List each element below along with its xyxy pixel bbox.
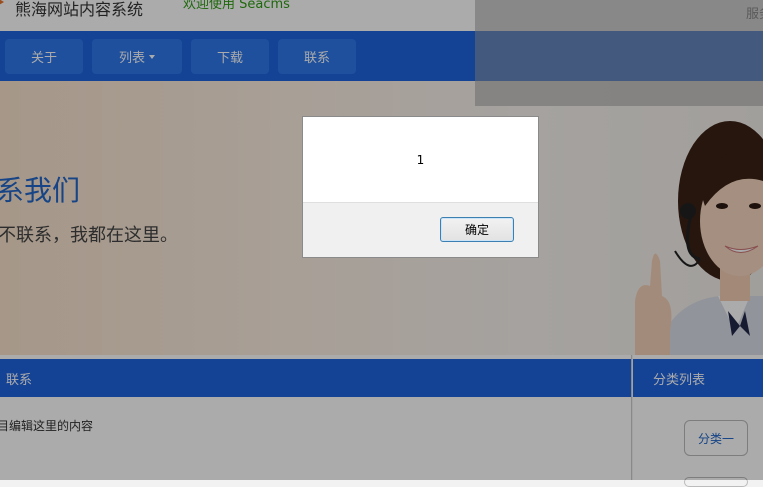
alert-dialog-body: 1	[303, 117, 538, 202]
alert-dialog: 1 确定	[302, 116, 539, 258]
alert-message: 1	[416, 153, 425, 167]
alert-dialog-footer: 确定	[303, 202, 538, 257]
ok-button[interactable]: 确定	[440, 217, 514, 242]
